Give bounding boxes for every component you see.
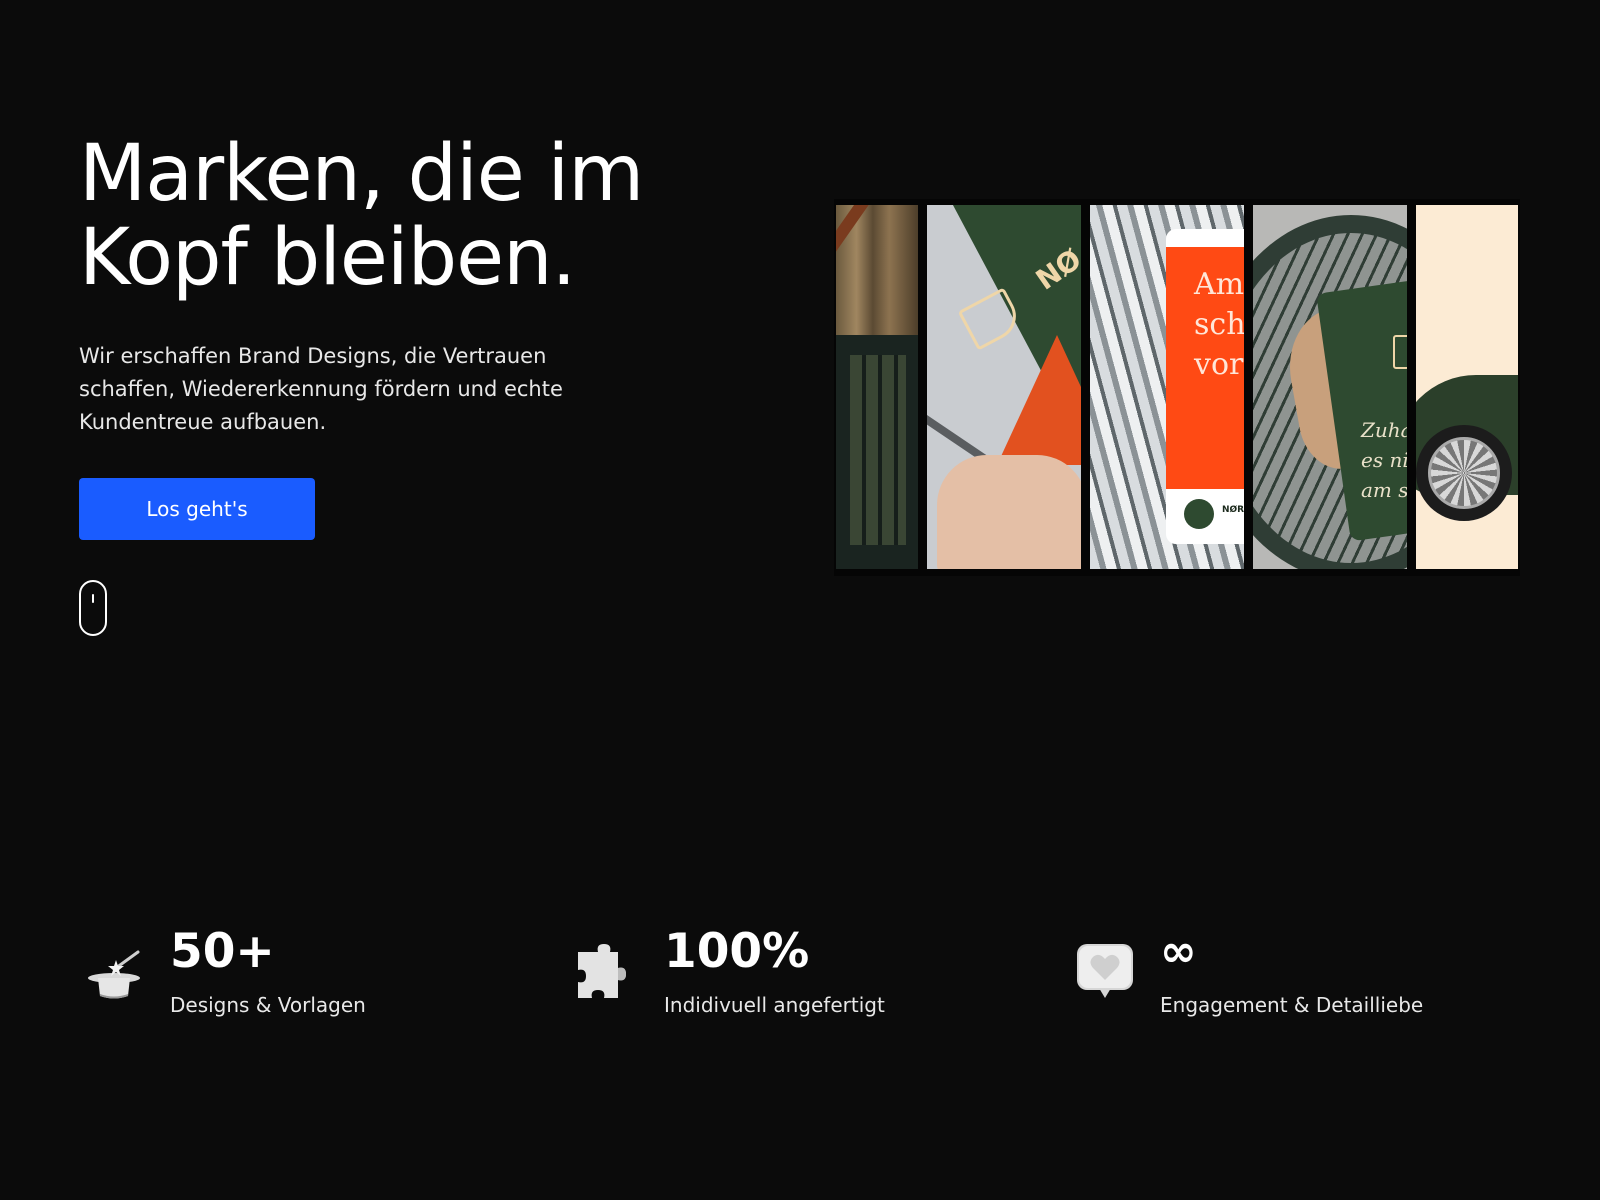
flag-tree — [997, 335, 1081, 465]
stat-label: Indidivuell angefertigt — [664, 993, 885, 1017]
stat-value: ∞ — [1160, 926, 1197, 977]
hero-subtitle-line-2: schaffen, Wiedererkennung fördern und ec… — [79, 377, 563, 401]
phone-logo-icon — [1184, 499, 1214, 529]
scroll-down-mouse-icon[interactable] — [79, 580, 107, 636]
hero-subtitle-line-3: Kundentreue aufbauen. — [79, 410, 327, 434]
pillow-text: Zuhau es nicl am scl — [1361, 415, 1407, 505]
cabin-window — [850, 355, 906, 545]
phone-line-3: vor — [1194, 347, 1244, 382]
stat-value: 50+ — [170, 924, 275, 979]
car-rim — [1428, 437, 1500, 509]
phone-screen-text: Am sch vor — [1194, 265, 1244, 385]
gallery-panel-flag: NØ — [927, 205, 1081, 569]
phone-line-1: Am — [1194, 267, 1244, 302]
phone-brand-text: NØR — [1222, 505, 1244, 515]
hand — [937, 455, 1081, 569]
hero-title-line-1: Marken, die im — [79, 129, 644, 219]
stat-label: Engagement & Detailliebe — [1160, 993, 1424, 1017]
gallery-panel-car — [1416, 205, 1518, 569]
pillow-line-2: es nicl — [1361, 448, 1407, 472]
magic-hat-icon — [88, 950, 140, 999]
hero-title-line-2: Kopf bleiben. — [79, 213, 576, 303]
pillow-line-1: Zuhau — [1361, 418, 1407, 442]
hero-subtitle-line-1: Wir erschaffen Brand Designs, die Vertra… — [79, 344, 547, 368]
heart-chat-icon — [1077, 944, 1133, 998]
pillow-logo-icon — [1393, 335, 1407, 369]
mouse-wheel — [92, 594, 94, 603]
gallery-panel-phone: Am sch vor NØR — [1090, 205, 1244, 569]
pillow-line-3: am scl — [1361, 478, 1407, 502]
puzzle-icon — [578, 944, 626, 998]
brand-gallery: NØ Am sch vor NØR Zuhau es nicl am scl — [834, 199, 1520, 576]
get-started-button[interactable]: Los geht's — [79, 478, 315, 540]
gallery-panel-cabin — [836, 205, 918, 569]
phone-line-2: sch — [1194, 307, 1244, 342]
gallery-panel-chair: Zuhau es nicl am scl — [1253, 205, 1407, 569]
stat-label: Designs & Vorlagen — [170, 993, 366, 1017]
stat-value: 100% — [664, 924, 810, 979]
hero-subtitle: Wir erschaffen Brand Designs, die Vertra… — [79, 340, 639, 439]
hero-title: Marken, die im Kopf bleiben. — [79, 132, 779, 300]
